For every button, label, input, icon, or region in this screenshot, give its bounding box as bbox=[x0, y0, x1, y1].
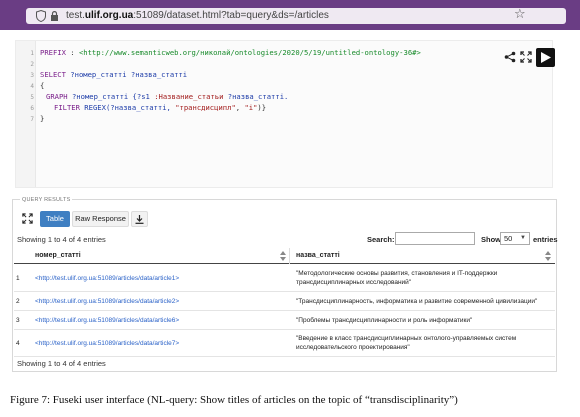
tab-table[interactable]: Table bbox=[40, 211, 70, 227]
article-title: "Методологические основы развития, стано… bbox=[296, 270, 498, 286]
column-divider bbox=[289, 248, 290, 264]
row-number: 3 bbox=[16, 317, 20, 324]
query-editor[interactable]: 1 2 3 4 5 6 7 PREFIX : <http://www.seman… bbox=[15, 40, 555, 188]
article-uri-link[interactable]: <http://test.ulif.org.ua:51089/articles/… bbox=[35, 317, 179, 324]
browser-toolbar: test.ulif.org.ua:51089/dataset.html?tab=… bbox=[0, 0, 580, 30]
table-row: 3 <http://test.ulif.org.ua:51089/article… bbox=[14, 311, 555, 330]
lock-icon[interactable] bbox=[50, 10, 59, 22]
table-row: 1 <http://test.ulif.org.ua:51089/article… bbox=[14, 265, 555, 292]
page-length-select[interactable]: 50 ▼ bbox=[500, 232, 530, 245]
line-number: 3 bbox=[30, 72, 34, 79]
fullscreen-icon[interactable] bbox=[22, 213, 33, 224]
article-uri-link[interactable]: <http://test.ulif.org.ua:51089/articles/… bbox=[35, 340, 179, 347]
download-icon bbox=[135, 215, 144, 224]
row-number: 2 bbox=[16, 298, 20, 305]
entries-info: Showing 1 to 4 of 4 entries bbox=[17, 235, 106, 244]
line-number: 4 bbox=[30, 83, 34, 90]
column-header-title[interactable]: назва_статті bbox=[296, 252, 340, 259]
fullscreen-icon[interactable] bbox=[520, 51, 532, 63]
page-length-value: 50 bbox=[504, 234, 513, 243]
play-icon bbox=[541, 52, 551, 63]
code-line-filter: FILTER REGEX(?назва_статті, "трансдисцип… bbox=[54, 103, 267, 112]
chevron-down-icon: ▼ bbox=[520, 235, 526, 241]
code-line-close-brace: } bbox=[40, 114, 45, 123]
code-line-open-brace: { bbox=[40, 81, 45, 90]
article-title: "Трансдисциплинарность, информатика и ра… bbox=[296, 298, 538, 305]
line-number: 6 bbox=[30, 105, 34, 112]
search-input[interactable] bbox=[395, 232, 475, 245]
code-line-prefix: PREFIX : <http://www.semanticweb.org/ник… bbox=[40, 48, 421, 57]
column-header-number[interactable]: номер_статті bbox=[35, 252, 81, 259]
search-label: Search: bbox=[367, 235, 395, 244]
line-number: 1 bbox=[30, 50, 34, 57]
line-number: 2 bbox=[30, 61, 34, 68]
query-results-legend: QUERY RESULTS bbox=[20, 197, 73, 203]
row-number: 4 bbox=[16, 340, 20, 347]
show-label: Show bbox=[481, 235, 501, 244]
entries-label: entries bbox=[533, 235, 558, 244]
article-title: "Проблемы трансдисциплинарности и роль и… bbox=[296, 317, 473, 324]
article-uri-link[interactable]: <http://test.ulif.org.ua:51089/articles/… bbox=[35, 275, 179, 282]
sort-icon[interactable] bbox=[280, 251, 286, 261]
sort-icon[interactable] bbox=[545, 251, 551, 261]
figure-caption: Figure 7: Fuseki user interface (NL-quer… bbox=[10, 394, 458, 406]
code-line-select: SELECT ?номер_статті ?назва_статті bbox=[40, 70, 188, 79]
table-header: номер_статті назва_статті bbox=[14, 248, 555, 264]
entries-info-bottom: Showing 1 to 4 of 4 entries bbox=[17, 359, 106, 368]
line-number: 5 bbox=[30, 94, 34, 101]
line-number-gutter: 1 2 3 4 5 6 7 bbox=[16, 41, 36, 187]
download-button[interactable] bbox=[131, 211, 148, 227]
table-row: 2 <http://test.ulif.org.ua:51089/article… bbox=[14, 292, 555, 311]
line-number: 7 bbox=[30, 116, 34, 123]
url-text[interactable]: test.ulif.org.ua:51089/dataset.html?tab=… bbox=[66, 10, 329, 22]
table-row: 4 <http://test.ulif.org.ua:51089/article… bbox=[14, 330, 555, 357]
run-query-button[interactable] bbox=[536, 48, 555, 67]
tab-raw-response[interactable]: Raw Response bbox=[72, 211, 129, 227]
query-results-panel: QUERY RESULTS Table Raw Response Showing… bbox=[12, 197, 558, 372]
star-icon[interactable]: ☆ bbox=[514, 8, 526, 22]
row-number: 1 bbox=[16, 275, 20, 282]
article-title: "Введение в класс трансдисциплинарных он… bbox=[296, 335, 517, 351]
code-line-graph: GRAPH ?номер_статті {?s1 :Название_стать… bbox=[46, 92, 289, 101]
share-icon[interactable] bbox=[504, 51, 516, 63]
article-uri-link[interactable]: <http://test.ulif.org.ua:51089/articles/… bbox=[35, 298, 179, 305]
shield-icon[interactable] bbox=[36, 10, 46, 22]
